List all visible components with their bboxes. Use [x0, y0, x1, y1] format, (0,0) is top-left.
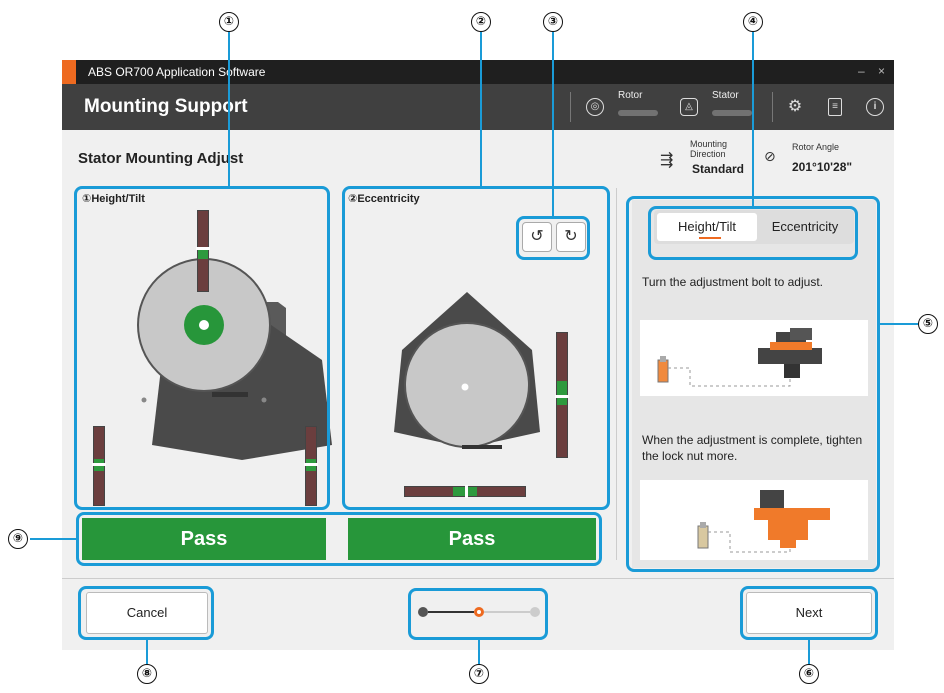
callout-line-3	[552, 32, 554, 216]
mounting-direction-value: Standard	[692, 162, 745, 176]
rotor-angle-value: 201°10'28"	[792, 160, 853, 174]
callout-2: ②	[471, 12, 491, 32]
callout-4: ④	[743, 12, 763, 32]
callout-highlight-8	[78, 586, 214, 640]
callout-line-2	[480, 32, 482, 186]
callout-highlight-1	[74, 186, 330, 510]
rotor-angle-icon: ⊘	[764, 148, 776, 164]
callout-5: ⑤	[918, 314, 938, 334]
callout-line-8	[146, 640, 148, 664]
callout-highlight-3	[516, 216, 590, 260]
mounting-direction-icon: ⇶	[660, 152, 674, 169]
callout-1: ①	[219, 12, 239, 32]
callout-line-5	[880, 323, 918, 325]
callout-3: ③	[543, 12, 563, 32]
callout-line-9	[30, 538, 76, 540]
mounting-direction-label: Mounting Direction	[690, 139, 728, 159]
callout-8: ⑧	[137, 664, 157, 684]
callout-9: ⑨	[8, 529, 28, 549]
page-title-text: Stator Mounting Adjust	[78, 150, 244, 167]
panel-divider	[616, 188, 617, 560]
callout-line-7	[478, 640, 480, 664]
callout-highlight-9	[76, 512, 602, 566]
callout-7: ⑦	[469, 664, 489, 684]
callout-6: ⑥	[799, 664, 819, 684]
callout-line-6	[808, 640, 810, 664]
callout-highlight-7	[408, 588, 548, 640]
callout-line-4	[752, 32, 754, 206]
rotor-angle-label: Rotor Angle	[792, 142, 840, 152]
callout-highlight-5	[626, 196, 880, 572]
callout-line-1	[228, 32, 230, 186]
callout-highlight-6	[740, 586, 878, 640]
footer-divider	[62, 578, 894, 579]
